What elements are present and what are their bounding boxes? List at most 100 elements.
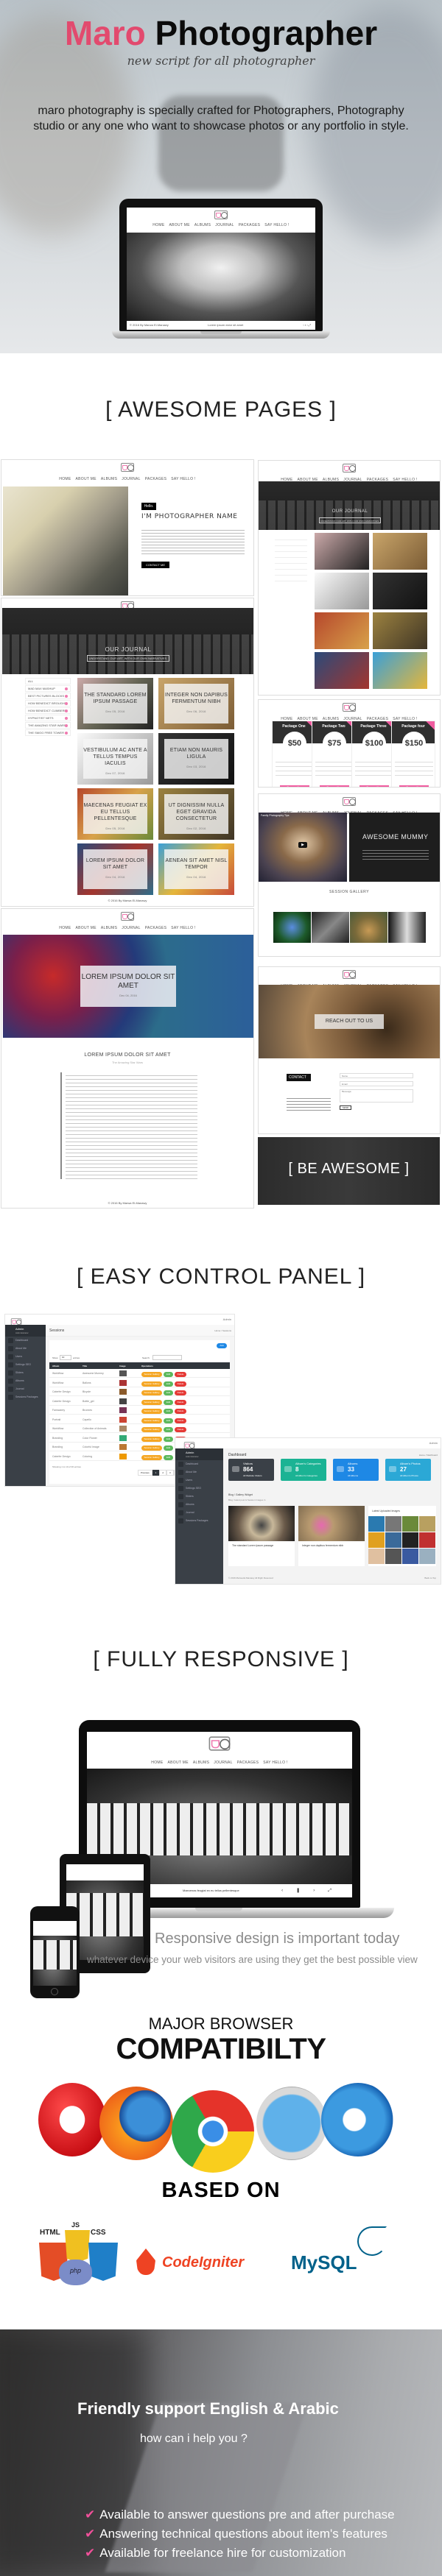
slider-controls[interactable]: ‹ ▪ › ⤢ [303,321,311,330]
journal-post-card[interactable] [315,573,369,609]
sidebar-item-dashboard[interactable]: Dashboard [5,1337,46,1345]
edit-button[interactable]: Edit [164,1446,173,1451]
sidebar-item-sliders[interactable]: Sliders [5,1369,46,1377]
slider-controls[interactable]: ‹❚›⤢ [281,1884,345,1897]
message-input[interactable] [340,1089,413,1103]
stat-card[interactable]: Visitors 864 All Website Visitors [228,1459,274,1481]
stat-card[interactable]: Albums 33 All Albums [333,1459,379,1481]
gallery-image[interactable] [350,912,387,943]
latest-image-thumb[interactable] [419,1516,435,1532]
nav-journal[interactable]: JOURNAL [215,223,234,227]
session-gallery-button[interactable]: Session Gallery [141,1399,162,1405]
pagination-page[interactable]: 3 [166,1470,174,1476]
nav-packages[interactable]: PACKAGES [145,477,167,481]
session-gallery-button[interactable]: Session Gallery [141,1454,162,1460]
journal-post-card[interactable]: VESTIBULUM AC ANTE A TELLUS TEMPUS IACUL… [77,733,153,785]
gallery-image[interactable] [388,912,426,943]
journal-subtitle-button[interactable]: UNDERSTAND OUR ART, WITH OUR OWN NARRATI… [87,655,169,662]
video-player[interactable]: Family Photography Tips ▶ [259,813,347,882]
stat-card[interactable]: Album's Photos 27 All Album's Photos [385,1459,431,1481]
edit-button[interactable]: Edit [164,1418,173,1423]
session-gallery-button[interactable]: Session Gallery [141,1446,162,1451]
journal-post-card[interactable]: AENEAN SIT AMET NISL TEMPOR Dec 04, 2016 [158,843,234,895]
sidebar-item-packages[interactable]: Sessions Packages [5,1393,46,1401]
stat-card[interactable]: Album's Categories 8 All Album's Categorie… [281,1459,326,1481]
send-button[interactable]: SEND [340,1105,351,1110]
session-gallery-button[interactable]: Session Gallery [141,1390,162,1395]
delete-button[interactable]: Delete [175,1418,186,1423]
session-gallery-button[interactable]: Session Gallery [141,1436,162,1442]
reserve-now-button[interactable]: Reserve Now [359,785,389,787]
reserve-now-button[interactable]: Reserve Now [399,785,429,787]
nav-albums[interactable]: ALBUMS [193,1761,209,1765]
add-button[interactable]: Add [217,1343,227,1348]
delete-button[interactable]: Delete [175,1399,186,1405]
sidebar-item-users[interactable]: Users [5,1353,46,1361]
latest-image-thumb[interactable] [419,1532,435,1548]
sidebar-item[interactable]: BEST PICTURES BLOCKS [25,693,71,699]
delete-button[interactable]: Delete [175,1372,186,1377]
nav-say-hello[interactable]: SAY HELLO ! [171,477,195,481]
session-gallery-button[interactable]: Session Gallery [141,1381,162,1387]
journal-post-card[interactable]: LOREM IPSUM DOLOR SIT AMET Dec 04, 2016 [77,843,153,895]
journal-post-card[interactable] [315,533,369,570]
nav-home[interactable]: HOME [59,477,71,481]
session-gallery-button[interactable]: Session Gallery [141,1418,162,1423]
search-input[interactable] [152,1355,182,1360]
nav-say-hello[interactable]: SAY HELLO ! [171,926,195,930]
journal-post-card[interactable] [373,612,427,649]
latest-image-thumb[interactable] [385,1532,401,1548]
edit-button[interactable]: Edit [164,1409,173,1414]
pagination-previous[interactable]: Previous [138,1470,152,1476]
delete-button[interactable]: Delete [175,1409,186,1414]
blog-post-card[interactable]: Integer non dapibus fermentum nibh [298,1506,365,1566]
edit-button[interactable]: Edit [164,1372,173,1377]
journal-post-card[interactable]: THE STANDARD LOREM IPSUM PASSAGE Dec 05, … [77,678,153,729]
journal-post-card[interactable]: UT DIGNISSIM NULLA EGET GRAVIDA CONSECTE… [158,788,234,840]
session-gallery-button[interactable]: Session Gallery [141,1372,162,1377]
latest-image-thumb[interactable] [402,1549,418,1564]
journal-post-card[interactable] [373,533,427,570]
sidebar-item-journal[interactable]: Journal [175,1509,223,1517]
nav-journal[interactable]: JOURNAL [122,926,140,930]
latest-image-thumb[interactable] [368,1516,385,1532]
nav-journal[interactable]: JOURNAL [122,477,140,481]
pagination-page[interactable]: 1 [152,1470,160,1476]
sidebar-search[interactable]: ALL [25,678,71,684]
edit-button[interactable]: Edit [164,1427,173,1432]
nav-packages[interactable]: PACKAGES [239,223,261,227]
admin-user-menu[interactable]: Admin [429,1441,438,1445]
sidebar-item[interactable]: THE SMOG FREE TOWER [25,729,71,736]
edit-button[interactable]: Edit [164,1436,173,1442]
blog-post-card[interactable]: The standard Lorem Ipsum passage [228,1506,295,1566]
sidebar-item-about[interactable]: About Me [175,1468,223,1476]
edit-button[interactable]: Edit [164,1399,173,1405]
sidebar-item-packages[interactable]: Sessions Packages [175,1517,223,1525]
delete-button[interactable]: Delete [175,1381,186,1387]
sidebar-item-users[interactable]: Users [175,1476,223,1485]
sidebar-item-journal[interactable]: Journal [5,1385,46,1393]
sidebar-item[interactable]: HYPNOTIST NETS [25,715,71,721]
edit-button[interactable]: Edit [164,1454,173,1460]
contact-me-button[interactable]: CONTACT ME [141,562,169,568]
latest-image-thumb[interactable] [368,1532,385,1548]
nav-say-hello[interactable]: SAY HELLO ! [264,223,289,227]
pagination-page[interactable]: 2 [159,1470,167,1476]
nav-home[interactable]: HOME [152,223,164,227]
name-input[interactable] [340,1073,413,1078]
journal-post-card[interactable]: INTEGER NON DAPIBUS FERMENTUM NIBH Dec 06… [158,678,234,729]
nav-albums[interactable]: ALBUMS [101,477,117,481]
admin-user-menu[interactable]: Admin [223,1317,231,1321]
sidebar-item[interactable]: THE AMAZING STAR WARS [25,722,71,729]
latest-image-thumb[interactable] [385,1516,401,1532]
sidebar-item-about[interactable]: About Me [5,1345,46,1353]
latest-image-thumb[interactable] [402,1516,418,1532]
nav-about[interactable]: ABOUT ME [75,926,96,930]
edit-button[interactable]: Edit [164,1381,173,1387]
gallery-image[interactable] [273,912,311,943]
delete-button[interactable]: Delete [175,1390,186,1395]
sidebar-item-albums[interactable]: Albums [175,1501,223,1509]
sidebar-item[interactable]: MAD MAX MASHUP [25,685,71,692]
latest-image-thumb[interactable] [368,1549,385,1564]
email-input[interactable] [340,1081,413,1086]
